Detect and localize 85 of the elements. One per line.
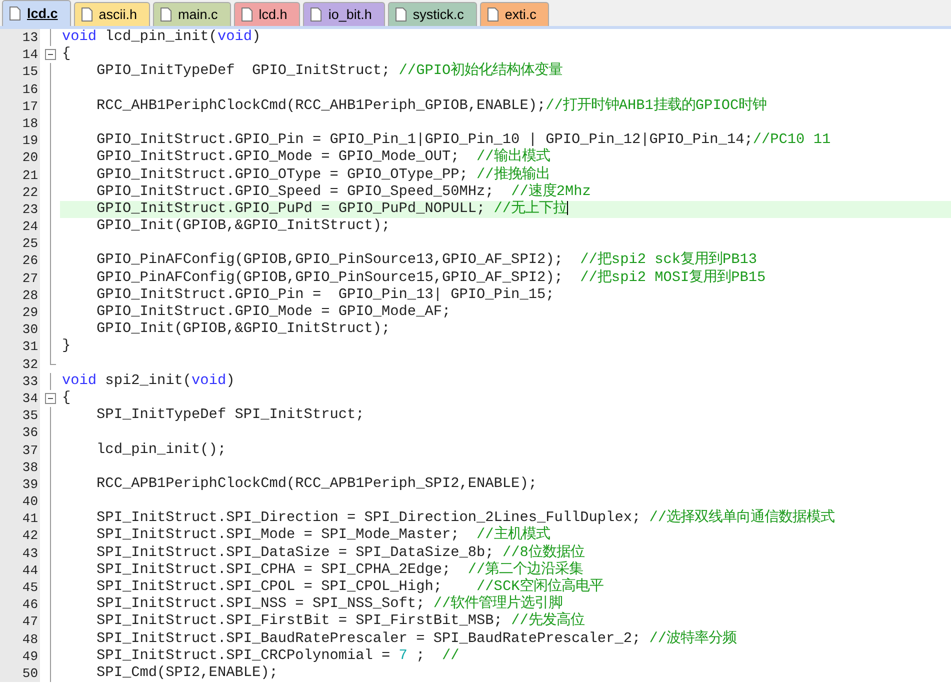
code-line: SPI_InitStruct.SPI_Mode = SPI_Mode_Master; //主机模式	[96, 527, 550, 544]
file-icon	[310, 7, 322, 22]
code-line: GPIO_InitTypeDef GPIO_InitStruct; //GPIO初始化结构体变量	[96, 63, 563, 80]
code-line: GPIO_InitStruct.GPIO_Speed = GPIO_Speed_50MHz; //速度2Mhz	[96, 184, 591, 200]
line-number: 50	[22, 666, 38, 681]
line-number: 25	[22, 236, 38, 252]
line-number: 46	[22, 597, 38, 612]
code-line: lcd_pin_init();	[96, 442, 226, 458]
line-number: 40	[22, 494, 38, 510]
code-line: GPIO_Init(GPIOB,&GPIO_InitStruct);	[96, 218, 390, 234]
file-tab[interactable]: main.c	[153, 2, 231, 26]
file-icon	[486, 7, 499, 22]
file-tab[interactable]: lcd.c	[2, 0, 71, 26]
code-line: SPI_InitStruct.SPI_BaudRatePrescaler = SPI_BaudRatePrescaler_2; //波特率分频	[96, 630, 737, 647]
code-line: GPIO_InitStruct.GPIO_Mode = GPIO_Mode_OUT; //输出模式	[96, 149, 550, 166]
line-number: 18	[22, 116, 38, 131]
line-number: 45	[22, 580, 38, 595]
line-number: 36	[22, 425, 38, 440]
line-number: 20	[22, 150, 38, 166]
line-number: 21	[22, 168, 38, 182]
line-number: 37	[22, 442, 38, 458]
code-line: GPIO_PinAFConfig(GPIOB,GPIO_PinSource15,GPIO_AF_SPI2); //把spi2 MOSI复用到PB15	[96, 270, 766, 286]
code-line: GPIO_InitStruct.GPIO_Pin = GPIO_Pin_1|GPIO_Pin_10 | GPIO_Pin_12|GPIO_Pin_14;//PC10 11	[96, 132, 831, 148]
code-line: SPI_InitStruct.SPI_CPHA = SPI_CPHA_2Edge; //第二个边沿采集	[96, 562, 584, 578]
collapse-icon[interactable]	[44, 49, 56, 60]
code-line: SPI_InitStruct.SPI_FirstBit = SPI_FirstBit_MSB; //先发高位	[96, 613, 584, 630]
code-line: SPI_InitTypeDef SPI_InitStruct;	[96, 407, 364, 424]
code-line: void spi2_init(void)	[62, 372, 235, 389]
line-number: 34	[22, 390, 38, 406]
file-icon	[240, 7, 253, 22]
file-tab[interactable]: lcd.h	[234, 2, 300, 26]
code-line: SPI_Cmd(SPI2,ENABLE);	[96, 664, 278, 681]
code-line: GPIO_InitStruct.GPIO_OType = GPIO_OType_PP; //推挽输出	[96, 166, 550, 182]
file-tab[interactable]: exti.c	[480, 2, 550, 26]
line-number: 38	[22, 460, 38, 475]
line-number: 49	[22, 648, 38, 664]
code-line: SPI_InitStruct.SPI_DataSize = SPI_DataSize_8b; //8位数据位	[96, 544, 584, 561]
code-line: SPI_InitStruct.SPI_CRCPolynomial = 7 ; //	[96, 648, 460, 664]
line-number: 26	[22, 253, 38, 268]
line-number: 19	[22, 133, 38, 148]
file-icon	[80, 7, 93, 22]
line-number: 17	[22, 98, 38, 114]
code-line: GPIO_InitStruct.GPIO_PuPd = GPIO_PuPd_NOPULL; //无上下拉	[96, 200, 568, 217]
code-line: SPI_InitStruct.SPI_Direction = SPI_Direction_2Lines_FullDuplex; //选择双线单向通信数据模式	[96, 510, 835, 526]
code-line: GPIO_Init(GPIOB,&GPIO_InitStruct);	[96, 321, 390, 338]
line-number: 16	[22, 82, 38, 97]
line-number: 13	[22, 30, 38, 45]
file-tab[interactable]: io_bit.h	[303, 2, 385, 26]
file-tab[interactable]: ascii.h	[74, 2, 150, 26]
code-line: GPIO_InitStruct.GPIO_Pin = GPIO_Pin_13| GPIO_Pin_15;	[96, 286, 554, 303]
line-number: 41	[22, 511, 38, 526]
code-line: }	[62, 338, 71, 354]
code-line: void lcd_pin_init(void)	[62, 29, 261, 45]
line-number: 31	[22, 339, 38, 354]
line-number: 30	[22, 322, 38, 338]
line-number: 33	[22, 374, 38, 389]
code-line: SPI_InitStruct.SPI_NSS = SPI_NSS_Soft; //软件管理片选引脚	[96, 596, 563, 612]
file-icon	[394, 7, 407, 22]
line-number: 42	[22, 528, 38, 544]
line-number: 48	[22, 632, 38, 647]
line-number: 35	[22, 408, 38, 424]
code-line: {	[62, 46, 71, 62]
code-line: SPI_InitStruct.SPI_CPOL = SPI_CPOL_High; //SCK空闲位高电平	[96, 579, 604, 595]
code-line: GPIO_InitStruct.GPIO_Mode = GPIO_Mode_AF;	[96, 304, 451, 320]
line-number: 27	[22, 270, 38, 286]
code-line: GPIO_PinAFConfig(GPIOB,GPIO_PinSource13,GPIO_AF_SPI2); //把spi2 sck复用到PB13	[96, 252, 758, 268]
file-icon	[9, 6, 21, 21]
line-number: 47	[22, 614, 38, 630]
file-icon	[160, 7, 172, 22]
line-number: 24	[22, 219, 38, 234]
collapse-icon[interactable]	[44, 393, 56, 404]
line-number: 14	[22, 47, 38, 62]
file-tab[interactable]: systick.c	[388, 2, 477, 26]
code-line: RCC_AHB1PeriphClockCmd(RCC_AHB1Periph_GPIOB,ENABLE);//打开时钟AHB1挂载的GPIOC时钟	[96, 98, 767, 114]
line-number: 32	[22, 356, 38, 372]
code-line: {	[62, 390, 71, 406]
line-number: 28	[22, 288, 38, 303]
line-number: 43	[22, 546, 38, 561]
line-number: 23	[22, 202, 38, 217]
line-number: 29	[22, 305, 38, 320]
code-line: RCC_APB1PeriphClockCmd(RCC_APB1Periph_SPI2,ENABLE);	[96, 476, 537, 492]
line-number: 44	[22, 562, 38, 578]
line-number: 15	[22, 64, 38, 80]
line-number: 39	[22, 476, 38, 492]
line-number: 22	[22, 184, 38, 200]
